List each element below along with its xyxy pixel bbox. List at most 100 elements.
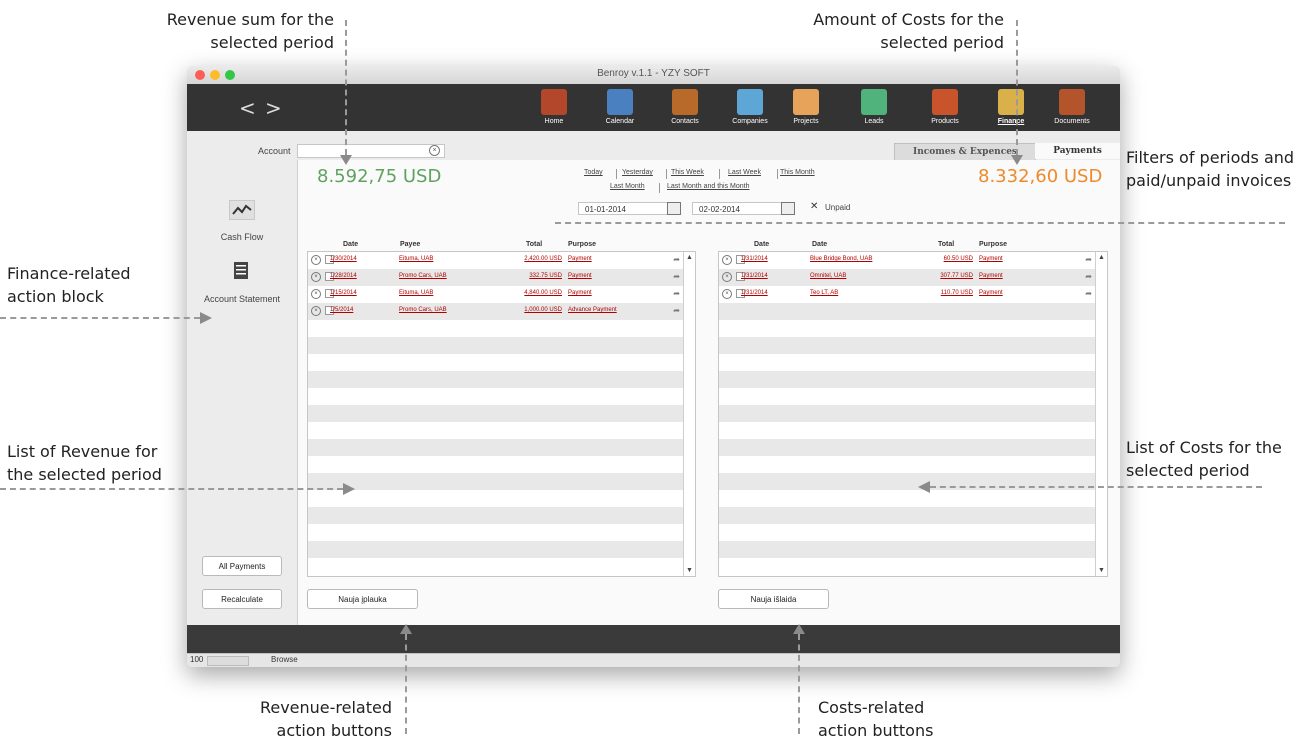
forward-icon[interactable]: ➦ — [673, 289, 680, 298]
revenue-header-payee[interactable]: Payee — [400, 241, 420, 248]
filter-last-week[interactable]: Last Week — [728, 169, 761, 176]
revenue-list[interactable]: × 1/5/2014 Promo Cars, UAB 1,000.00 USD Adva… — [307, 251, 696, 577]
unpaid-checkbox[interactable]: ✕ — [810, 201, 818, 212]
account-statement-label[interactable]: Account Statement — [187, 294, 297, 304]
filter-yesterday[interactable]: Yesterday — [622, 169, 653, 176]
forward-icon[interactable]: ➦ — [1085, 255, 1092, 264]
revenue-cell-total[interactable]: 4,840.00 USD — [524, 290, 562, 296]
costs-cell-payee[interactable]: Omnitel, UAB — [810, 273, 846, 279]
cash-flow-label[interactable]: Cash Flow — [187, 232, 297, 242]
costs-header-date[interactable]: Date — [754, 241, 769, 248]
scroll-down-icon[interactable]: ▼ — [684, 567, 695, 574]
forward-icon[interactable]: ➦ — [1085, 272, 1092, 281]
toolbar-item-documents[interactable]: Documents — [1044, 89, 1100, 125]
costs-cell-purpose[interactable]: Payment — [979, 273, 1003, 279]
costs-cell-payee[interactable]: Blue Bridge Bond, UAB — [810, 256, 872, 262]
revenue-cell-date[interactable]: 1/5/2014 — [330, 307, 353, 313]
toolbar-item-products[interactable]: Products — [917, 89, 973, 125]
forward-icon[interactable]: ➦ — [1085, 289, 1092, 298]
account-field[interactable] — [297, 144, 445, 158]
revenue-header-date[interactable]: Date — [343, 241, 358, 248]
costs-cell-date[interactable]: 1/31/2014 — [741, 256, 768, 262]
scroll-down-icon[interactable]: ▼ — [1096, 567, 1107, 574]
scroll-up-icon[interactable]: ▲ — [1096, 254, 1107, 261]
revenue-row[interactable]: × 1/28/2014 Promo Cars, UAB 332.75 USD Payme… — [308, 269, 684, 286]
toolbar-item-home[interactable]: Home — [526, 89, 582, 125]
costs-scrollbar[interactable]: ▲ ▼ — [1095, 252, 1107, 576]
costs-row[interactable]: × 1/31/2014 Blue Bridge Bond, UAB 60.50 USD… — [719, 252, 1096, 269]
zoom-controls-icon[interactable] — [207, 656, 249, 666]
filter-this-month[interactable]: This Month — [780, 169, 815, 176]
revenue-cell-total[interactable]: 1,000.00 USD — [524, 307, 562, 313]
mode-label[interactable]: Browse — [271, 655, 298, 664]
revenue-row[interactable]: × 1/15/2014 Eituma, UAB 4,840.00 USD Payment… — [308, 286, 684, 303]
forward-arrow-icon[interactable]: > — [265, 96, 282, 120]
toolbar-item-leads[interactable]: Leads — [846, 89, 902, 125]
date-from-field[interactable]: 01-01-2014 — [578, 202, 668, 215]
filter-this-week[interactable]: This Week — [671, 169, 704, 176]
revenue-header-purpose[interactable]: Purpose — [568, 241, 596, 248]
revenue-row[interactable]: × 1/5/2014 Promo Cars, UAB 1,000.00 USD Adva… — [308, 303, 684, 320]
back-arrow-icon[interactable]: < — [239, 96, 256, 120]
clear-account-icon[interactable]: × — [429, 145, 440, 156]
toolbar-item-projects[interactable]: Projects — [778, 89, 834, 125]
costs-cell-total[interactable]: 110.70 USD — [941, 290, 973, 296]
revenue-header-total[interactable]: Total — [526, 241, 542, 248]
filter-last-month[interactable]: Last Month — [610, 183, 645, 190]
costs-header-payee[interactable]: Date — [812, 241, 827, 248]
forward-icon[interactable]: ➦ — [673, 272, 680, 281]
costs-cell-payee[interactable]: Teo LT, AB — [810, 290, 838, 296]
revenue-cell-purpose[interactable]: Payment — [568, 273, 592, 279]
new-revenue-button[interactable]: Nauja įplauka — [307, 589, 418, 609]
tab-payments[interactable]: Payments — [1035, 143, 1120, 159]
revenue-cell-date[interactable]: 1/28/2014 — [330, 273, 357, 279]
toolbar-item-finance[interactable]: Finance — [983, 89, 1039, 125]
costs-cell-date[interactable]: 1/31/2014 — [741, 290, 768, 296]
revenue-cell-payee[interactable]: Eituma, UAB — [399, 256, 433, 262]
date-to-field[interactable]: 02-02-2014 — [692, 202, 782, 215]
toolbar-item-contacts[interactable]: Contacts — [657, 89, 713, 125]
revenue-cell-total[interactable]: 332.75 USD — [529, 273, 562, 279]
scroll-up-icon[interactable]: ▲ — [684, 254, 695, 261]
toolbar-item-companies[interactable]: Companies — [722, 89, 778, 125]
cash-flow-icon[interactable] — [229, 200, 255, 220]
revenue-cell-date[interactable]: 1/15/2014 — [330, 290, 357, 296]
delete-row-icon[interactable]: × — [311, 306, 321, 316]
new-cost-button[interactable]: Nauja išlaida — [718, 589, 829, 609]
revenue-cell-payee[interactable]: Promo Cars, UAB — [399, 307, 447, 313]
costs-row[interactable]: × 1/31/2014 Omnitel, UAB 307.77 USD Payment ➦ — [719, 269, 1096, 286]
revenue-row[interactable]: × 1/30/2014 Eituma, UAB 2,420.00 USD Payment… — [308, 252, 684, 269]
revenue-scrollbar[interactable]: ▲ ▼ — [683, 252, 695, 576]
revenue-cell-total[interactable]: 2,420.00 USD — [524, 256, 562, 262]
revenue-cell-payee[interactable]: Eituma, UAB — [399, 290, 433, 296]
costs-list[interactable]: × 1/31/2014 Teo LT, AB 110.70 USD Payment ➦ × 1… — [718, 251, 1108, 577]
delete-row-icon[interactable]: × — [311, 255, 321, 265]
costs-cell-purpose[interactable]: Payment — [979, 256, 1003, 262]
costs-cell-total[interactable]: 60.50 USD — [944, 256, 973, 262]
filter-last-and-this-month[interactable]: Last Month and this Month — [667, 183, 750, 190]
delete-row-icon[interactable]: × — [311, 272, 321, 282]
delete-row-icon[interactable]: × — [722, 289, 732, 299]
revenue-cell-purpose[interactable]: Advance Payment — [568, 307, 617, 313]
revenue-cell-payee[interactable]: Promo Cars, UAB — [399, 273, 447, 279]
zoom-level[interactable]: 100 — [190, 655, 203, 664]
costs-header-total[interactable]: Total — [938, 241, 954, 248]
costs-cell-purpose[interactable]: Payment — [979, 290, 1003, 296]
toolbar-item-calendar[interactable]: Calendar — [592, 89, 648, 125]
revenue-cell-purpose[interactable]: Payment — [568, 256, 592, 262]
forward-icon[interactable]: ➦ — [673, 306, 680, 315]
costs-cell-date[interactable]: 1/31/2014 — [741, 273, 768, 279]
forward-icon[interactable]: ➦ — [673, 255, 680, 264]
filter-today[interactable]: Today — [584, 169, 603, 176]
revenue-cell-purpose[interactable]: Payment — [568, 290, 592, 296]
delete-row-icon[interactable]: × — [722, 272, 732, 282]
costs-header-purpose[interactable]: Purpose — [979, 241, 1007, 248]
delete-row-icon[interactable]: × — [311, 289, 321, 299]
date-from-calendar-icon[interactable] — [667, 202, 681, 215]
date-to-calendar-icon[interactable] — [781, 202, 795, 215]
recalculate-button[interactable]: Recalculate — [202, 589, 282, 609]
all-payments-button[interactable]: All Payments — [202, 556, 282, 576]
account-statement-icon[interactable] — [233, 260, 249, 280]
costs-cell-total[interactable]: 307.77 USD — [940, 273, 973, 279]
costs-row[interactable]: × 1/31/2014 Teo LT, AB 110.70 USD Payment ➦ — [719, 286, 1096, 303]
